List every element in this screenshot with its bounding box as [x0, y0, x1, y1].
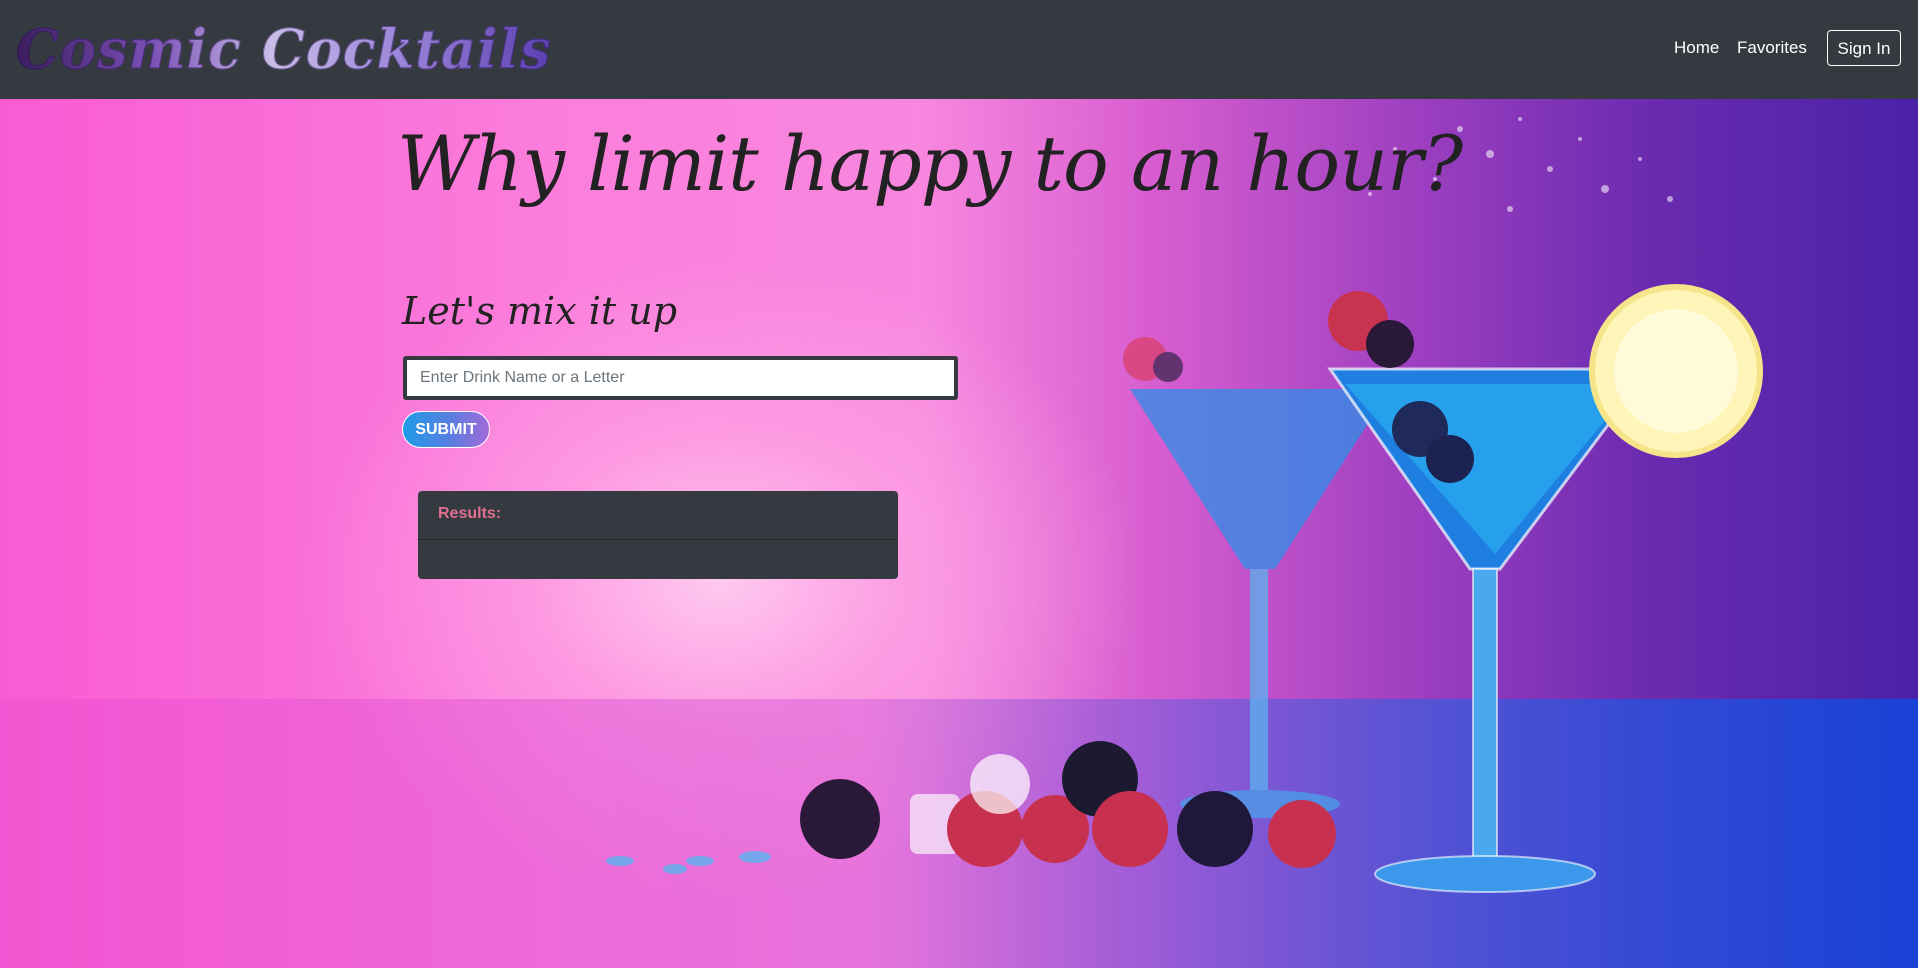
hero-section: Why limit happy to an hour? Let's mix it…: [0, 99, 1918, 968]
results-label: Results:: [418, 491, 898, 540]
page-title: Why limit happy to an hour?: [397, 119, 1463, 208]
page-subtitle: Let's mix it up: [402, 289, 678, 333]
nav-favorites-link[interactable]: Favorites: [1737, 38, 1807, 58]
submit-button[interactable]: SUBMIT: [402, 411, 490, 448]
brand-logo[interactable]: Cosmic Cocktails: [15, 14, 551, 84]
berries-decoration: [606, 741, 1336, 874]
drink-search-input[interactable]: [403, 356, 958, 400]
navbar: Cosmic Cocktails Home Favorites Sign In: [0, 0, 1918, 99]
nav-home-link[interactable]: Home: [1674, 38, 1719, 58]
results-panel: Results:: [418, 491, 898, 579]
sign-in-button[interactable]: Sign In: [1827, 30, 1901, 66]
